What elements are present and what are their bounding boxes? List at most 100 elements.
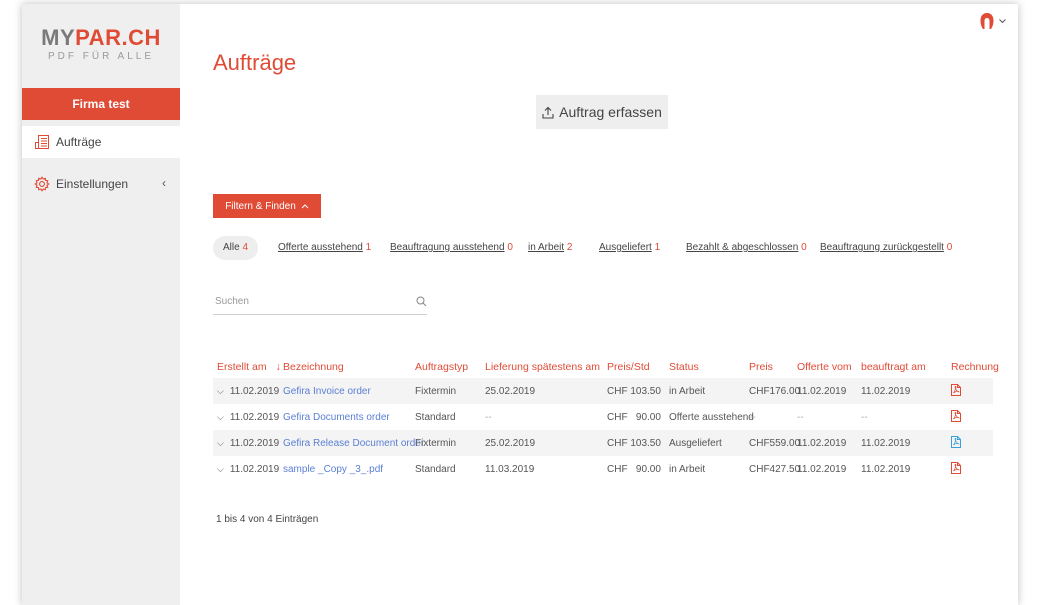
filter-chip-alle[interactable]: Alle 4 [213, 236, 259, 260]
filter-chip-offerte-ausstehend[interactable]: Offerte ausstehend 1 [278, 236, 371, 260]
cell-price: CHF176.00 [745, 378, 800, 404]
col-header-offerte[interactable]: Offerte vom [793, 356, 857, 378]
sidebar-item-label: Einstellungen [56, 177, 129, 191]
cell-created: ⌵ 11.02.2019 [217, 411, 280, 423]
document-list-icon [35, 135, 49, 149]
logo-accent: PAR.CH [75, 25, 161, 50]
cell-price: CHF427.50 [749, 463, 801, 475]
cell-name[interactable]: Gefira Documents order [279, 404, 411, 430]
col-header-preis-std[interactable]: Preis/Std [603, 356, 665, 378]
pdf-file-icon[interactable] [951, 435, 961, 451]
create-order-button[interactable]: Auftrag erfassen [536, 95, 668, 129]
cell-commissioned: 11.02.2019 [861, 463, 911, 475]
filter-chip-bezahlt[interactable]: Bezahlt & abgeschlossen 0 [686, 236, 807, 260]
pdf-file-icon[interactable] [951, 409, 961, 425]
cell-commissioned: 11.02.2019 [857, 430, 947, 456]
upload-icon [542, 106, 554, 119]
cell-created: ⌵ 11.02.2019 [213, 430, 279, 456]
filter-chip-in-arbeit[interactable]: in Arbeit 2 [528, 236, 572, 260]
cell-delivery: 11.03.2019 [485, 463, 535, 475]
cell-price: CHF559.00 [745, 430, 800, 456]
chevron-down-icon [999, 18, 1006, 23]
cell-type: Fixtermin [411, 430, 481, 456]
pdf-file-icon[interactable] [951, 383, 961, 399]
order-link[interactable]: Gefira Invoice order [283, 386, 371, 397]
filter-toggle-button[interactable]: Filtern & Finden [213, 194, 321, 218]
cell-type: Fixtermin [411, 378, 481, 404]
cell-rate: CHF 90.00 [607, 411, 661, 423]
gear-icon [34, 176, 50, 192]
col-header-auftragstyp[interactable]: Auftragstyp [411, 356, 481, 378]
cell-invoice [947, 430, 993, 456]
sidebar: MYPAR.CH PDF FÜR ALLE Firma test Aufträg… [22, 4, 180, 605]
table-row[interactable]: ⌵ 11.02.2019 Gefira Documents order Standar… [213, 404, 993, 430]
col-header-rechnung[interactable]: Rechnung [947, 356, 999, 378]
col-header-beauftragt[interactable]: beauftragt am [857, 356, 947, 378]
col-header-bezeichnung[interactable]: Bezeichnung [279, 356, 411, 378]
filter-chip-beauftragung-ausstehend[interactable]: Beauftragung ausstehend 0 [390, 236, 513, 260]
sidebar-item-auftraege[interactable]: Aufträge [22, 126, 180, 158]
expand-row-icon[interactable]: ⌵ [217, 386, 224, 397]
cell-invoice [947, 404, 993, 430]
col-header-status[interactable]: Status [665, 356, 745, 378]
search-input[interactable] [213, 296, 393, 307]
col-header-erstellt[interactable]: Erstellt am ↓ [213, 356, 281, 378]
cell-created: ⌵ 11.02.2019 [213, 378, 279, 404]
cell-invoice [947, 456, 993, 482]
cell-offer: 11.02.2019 [797, 463, 847, 475]
expand-row-icon[interactable]: ⌵ [217, 412, 224, 423]
create-order-label: Auftrag erfassen [559, 104, 662, 120]
cell-delivery: 25.02.2019 [481, 378, 603, 404]
chevron-up-icon [301, 203, 309, 208]
order-link[interactable]: sample _Copy _3_.pdf [283, 464, 383, 475]
cell-offer: 11.02.2019 [793, 378, 857, 404]
cell-commissioned: -- [861, 411, 868, 423]
cell-status: Offerte ausstehend [669, 411, 754, 423]
cell-invoice [947, 378, 993, 404]
table-row[interactable]: ⌵ 11.02.2019 sample _Copy _3_.pdf Standard 1… [213, 456, 993, 482]
order-link[interactable]: Gefira Release Document order [283, 438, 424, 449]
cell-created: ⌵ 11.02.2019 [217, 463, 280, 475]
cell-name[interactable]: Gefira Invoice order [279, 378, 411, 404]
search-box [213, 289, 427, 315]
table-info: 1 bis 4 von 4 Einträgen [216, 514, 319, 525]
user-menu[interactable] [979, 12, 1006, 30]
page-title: Aufträge [213, 50, 297, 75]
sidebar-item-einstellungen[interactable]: Einstellungen ‹ [22, 168, 180, 200]
cell-rate: CHF 103.50 [603, 378, 665, 404]
logo-tagline: PDF FÜR ALLE [47, 51, 155, 62]
cell-offer: 11.02.2019 [793, 430, 857, 456]
order-link[interactable]: Gefira Documents order [283, 412, 390, 423]
cell-type: Standard [415, 411, 456, 423]
app-window: MYPAR.CH PDF FÜR ALLE Firma test Aufträg… [22, 4, 1018, 605]
table-row[interactable]: ⌵ 11.02.2019 Gefira Release Document order… [213, 430, 993, 456]
avatar-icon [980, 13, 994, 29]
cell-offer: -- [797, 411, 804, 423]
logo-prefix: MY [41, 25, 76, 50]
expand-row-icon[interactable]: ⌵ [217, 464, 224, 475]
cell-rate: CHF 103.50 [603, 430, 665, 456]
cell-delivery: 25.02.2019 [481, 430, 603, 456]
cell-name[interactable]: Gefira Release Document order [279, 430, 424, 456]
cell-status: Ausgeliefert [665, 430, 745, 456]
search-icon[interactable] [416, 296, 427, 307]
col-header-preis[interactable]: Preis [745, 356, 793, 378]
table-row[interactable]: ⌵ 11.02.2019 Gefira Invoice order Fixtermin… [213, 378, 993, 404]
table-header-row: Erstellt am ↓ Bezeichnung Auftragstyp Li… [213, 356, 999, 378]
cell-type: Standard [415, 463, 456, 475]
orders-table: Erstellt am ↓ Bezeichnung Auftragstyp Li… [213, 356, 999, 482]
filter-chip-zurueckgestellt[interactable]: Beauftragung zurückgestellt 0 [820, 236, 952, 260]
cell-name[interactable]: sample _Copy _3_.pdf [279, 456, 411, 482]
logo[interactable]: MYPAR.CH PDF FÜR ALLE [22, 25, 180, 63]
cell-status: in Arbeit [669, 463, 706, 475]
sidebar-item-label: Aufträge [56, 135, 102, 149]
cell-commissioned: 11.02.2019 [857, 378, 947, 404]
filter-chip-ausgeliefert[interactable]: Ausgeliefert 1 [599, 236, 660, 260]
pdf-file-icon[interactable] [951, 461, 961, 477]
company-name[interactable]: Firma test [22, 88, 180, 120]
expand-row-icon[interactable]: ⌵ [217, 438, 224, 449]
chevron-left-icon: ‹ [162, 176, 166, 190]
col-header-lieferung[interactable]: Lieferung spätestens am [481, 356, 603, 378]
filter-toggle-label: Filtern & Finden [225, 200, 296, 212]
cell-price: -- [749, 411, 756, 423]
